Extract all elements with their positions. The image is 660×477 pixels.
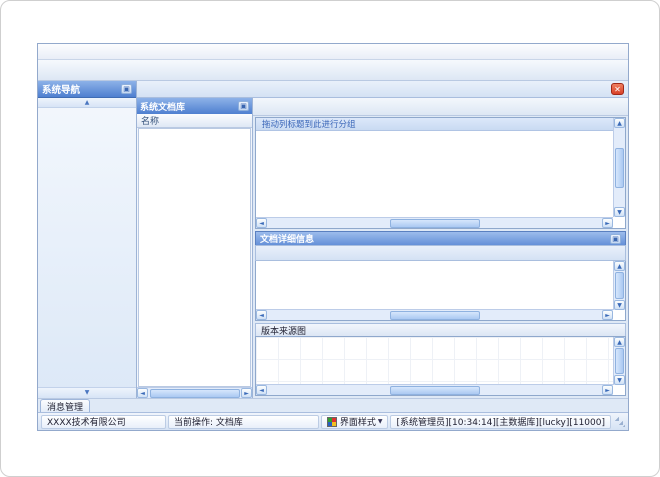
version-graph-title: 版本来源图 bbox=[255, 323, 626, 337]
pin-icon[interactable]: ▣ bbox=[121, 84, 132, 94]
tree-panel: 系统文档库 ▣ 名称 ◄ ► bbox=[137, 98, 253, 398]
menu-bar bbox=[38, 44, 628, 60]
scroll-up-strip[interactable]: ▲ bbox=[38, 98, 136, 108]
message-panel-tab[interactable]: 消息管理 bbox=[40, 399, 91, 413]
vertical-scrollbar[interactable]: ▲ ▼ bbox=[613, 118, 625, 217]
sidebar: 系统导航 ▣ ▲ ▼ bbox=[38, 81, 137, 398]
main-tab-bar: ✕ bbox=[137, 81, 628, 98]
vertical-scrollbar[interactable]: ▲ ▼ bbox=[613, 337, 625, 385]
document-panel: 拖动列标题到此进行分组 ▲ ▼ ◄ ► 文档详细信息 ▣ ▲ ▼ ◄ ► 版本来… bbox=[253, 98, 628, 398]
tree-panel-title: 系统文档库 bbox=[140, 102, 186, 113]
message-panel-bar: 消息管理 bbox=[38, 398, 628, 413]
current-operation-label: 当前操作: 文档库 bbox=[168, 414, 319, 429]
horizontal-scrollbar[interactable]: ◄ ► bbox=[256, 217, 613, 228]
tree-column-header[interactable]: 名称 bbox=[137, 114, 252, 128]
vertical-scrollbar[interactable]: ▲ ▼ bbox=[613, 261, 625, 310]
pin-icon[interactable]: ▣ bbox=[238, 101, 249, 111]
details-tab-bar bbox=[255, 245, 626, 261]
app-window: 系统导航 ▣ ▲ ▼ ✕ 系统文档库 ▣ 名称 ◄ ► 拖动列标题到此进行分组 … bbox=[37, 43, 629, 431]
horizontal-scrollbar[interactable]: ◄ ► bbox=[256, 384, 613, 395]
folder-tree bbox=[138, 128, 251, 387]
horizontal-scrollbar[interactable]: ◄ ► bbox=[256, 309, 613, 320]
version-table-container: ▲ ▼ ◄ ► bbox=[255, 261, 626, 321]
tree-horizontal-scrollbar[interactable]: ◄ ► bbox=[137, 387, 252, 398]
document-table-container: 拖动列标题到此进行分组 ▲ ▼ ◄ ► bbox=[255, 117, 626, 229]
scroll-down-strip[interactable]: ▼ bbox=[38, 387, 136, 398]
screenshot-canvas: 系统导航 ▣ ▲ ▼ ✕ 系统文档库 ▣ 名称 ◄ ► 拖动列标题到此进行分组 … bbox=[0, 0, 660, 477]
company-label: XXXX技术有限公司 bbox=[41, 414, 166, 429]
status-bar: XXXX技术有限公司 当前操作: 文档库 界面样式 ▼ [系统管理员][10:34… bbox=[38, 412, 628, 430]
main-area: ✕ 系统文档库 ▣ 名称 ◄ ► 拖动列标题到此进行分组 ▲ ▼ ◄ ► 文档详… bbox=[137, 81, 628, 398]
pin-icon[interactable]: ▣ bbox=[610, 233, 621, 244]
session-info: [系统管理员][10:34:14][主数据库][lucky][11000] bbox=[390, 414, 611, 429]
style-palette-icon bbox=[326, 416, 337, 427]
group-hint: 拖动列标题到此进行分组 bbox=[256, 118, 613, 131]
resize-grip[interactable] bbox=[615, 416, 625, 427]
close-icon[interactable]: ✕ bbox=[611, 83, 624, 95]
ui-style-selector[interactable]: 界面样式 ▼ bbox=[320, 414, 389, 429]
sidebar-items bbox=[38, 108, 136, 387]
version-toolbar bbox=[253, 98, 628, 116]
version-graph: ▲ ▼ ◄ ► bbox=[255, 336, 626, 396]
sidebar-title: 系统导航 bbox=[42, 85, 81, 96]
details-title: 文档详细信息 bbox=[260, 235, 315, 245]
toolbar bbox=[38, 60, 628, 81]
